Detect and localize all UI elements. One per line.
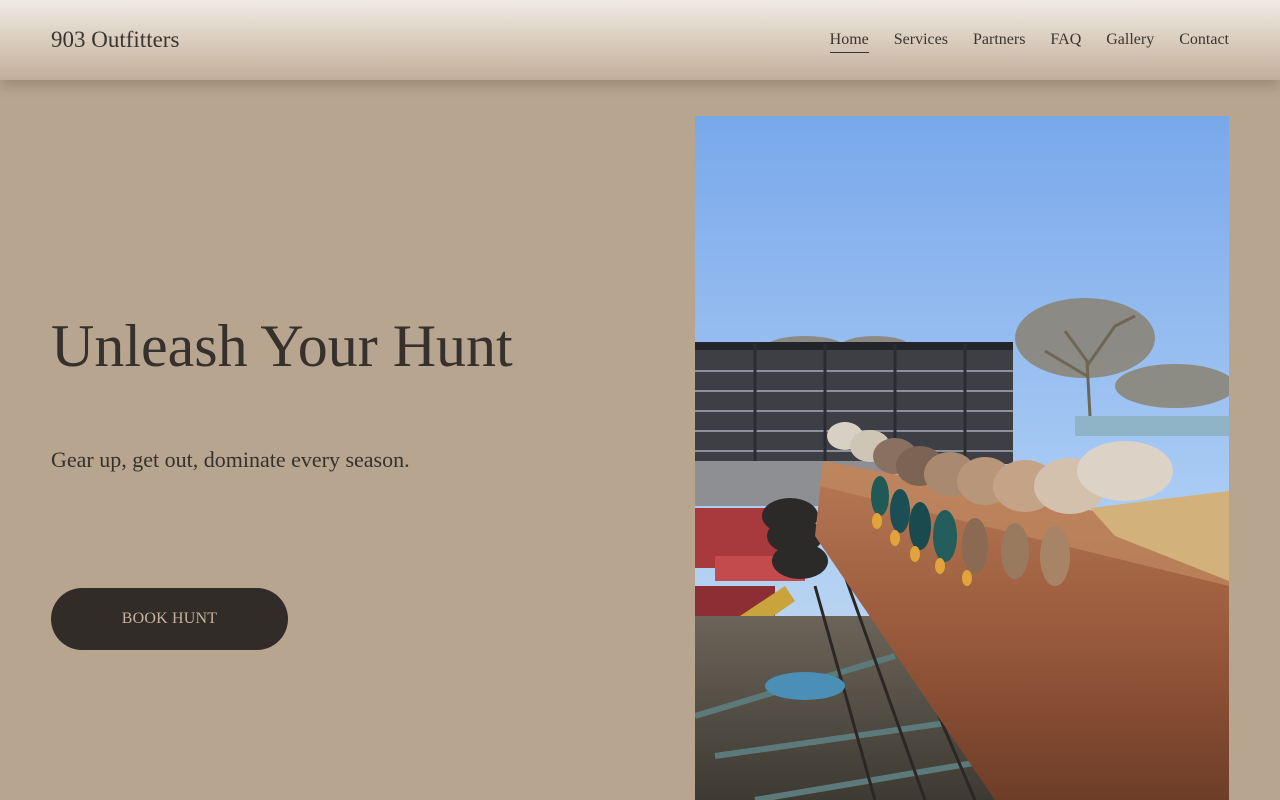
nav-link-partners[interactable]: Partners — [973, 30, 1025, 53]
hero-subtitle: Gear up, get out, dominate every season. — [51, 447, 410, 472]
nav-link-faq[interactable]: FAQ — [1050, 30, 1081, 53]
brand-logo-link[interactable]: 903 Outfitters — [51, 25, 179, 55]
hero-title: Unleash Your Hunt — [51, 313, 513, 379]
duck-harvest-photo — [695, 116, 1229, 800]
nav-link-gallery[interactable]: Gallery — [1106, 30, 1154, 53]
main-nav: Home Services Partners FAQ Gallery Conta… — [829, 30, 1229, 53]
site-header: 903 Outfitters Home Services Partners FA… — [0, 0, 1280, 80]
nav-link-home[interactable]: Home — [829, 30, 869, 53]
nav-link-services[interactable]: Services — [894, 30, 948, 53]
book-hunt-button[interactable]: BOOK HUNT — [51, 588, 288, 650]
hero-photo — [695, 116, 1229, 800]
nav-link-contact[interactable]: Contact — [1179, 30, 1229, 53]
